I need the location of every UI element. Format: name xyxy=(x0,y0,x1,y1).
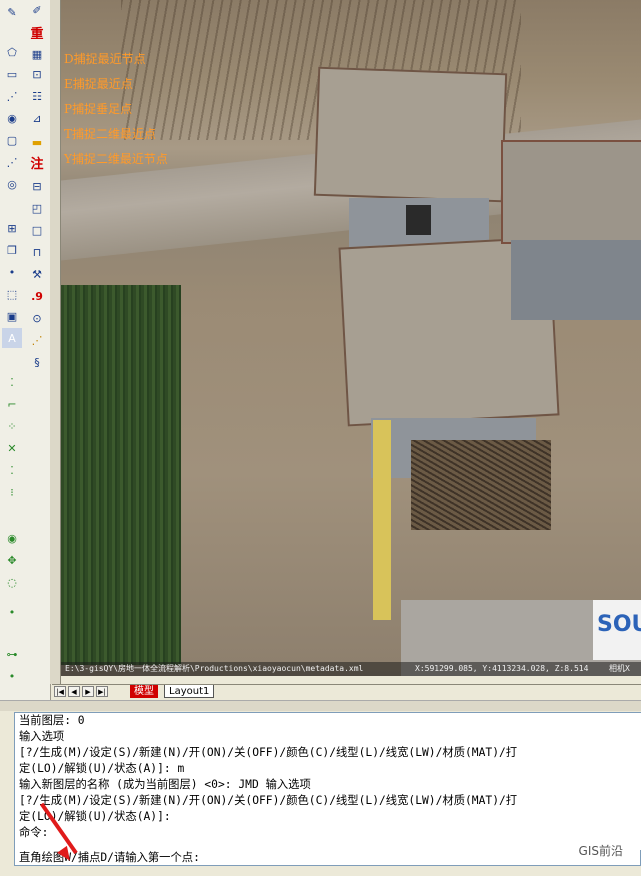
building-roof-3 xyxy=(501,140,641,244)
grid-icon[interactable]: ⊞ xyxy=(2,218,22,238)
car-icon[interactable]: ⊶ xyxy=(2,644,22,664)
window xyxy=(406,205,431,235)
circle-icon[interactable]: ◉ xyxy=(2,108,22,128)
command-history: 当前图层: 0 输入选项 [?/生成(M)/设定(S)/新建(N)/开(ON)/… xyxy=(14,712,641,852)
wood-pile xyxy=(411,440,551,530)
image-icon[interactable]: ⊡ xyxy=(27,64,47,84)
snap-dots-icon-3[interactable]: ⁚ xyxy=(2,460,22,480)
command-line: [?/生成(M)/设定(S)/新建(N)/开(ON)/关(OFF)/颜色(C)/… xyxy=(19,794,518,807)
dots-icon[interactable]: ⋰ xyxy=(2,86,22,106)
command-input[interactable]: 直角绘图W/捕点D/请输入第一个点: xyxy=(14,850,641,866)
select-icon[interactable]: ⬚ xyxy=(2,284,22,304)
snap-center-icon[interactable]: ◉ xyxy=(2,528,22,548)
snap-dot-icon[interactable]: • xyxy=(2,602,22,622)
snap-dot-icon-2[interactable]: • xyxy=(2,666,22,686)
dot-icon[interactable]: • xyxy=(2,262,22,282)
box-icon[interactable]: □ xyxy=(27,220,47,240)
photo-status-bar: E:\3-gisQY\房地一体全流程解析\Productions\xiaoyao… xyxy=(61,662,641,676)
building-wall-3 xyxy=(511,240,641,320)
company-logo: SOUT xyxy=(593,600,641,660)
link-icon[interactable]: § xyxy=(27,352,47,372)
table-icon[interactable]: ☷ xyxy=(27,86,47,106)
building-roof-1 xyxy=(313,66,508,203)
eye-icon[interactable]: ◎ xyxy=(2,174,22,194)
annotate-button[interactable]: 注 xyxy=(27,152,47,172)
snap-dots-icon[interactable]: ⁚ xyxy=(2,372,22,392)
elevation-button[interactable]: .9 xyxy=(27,286,47,306)
snap-x-icon[interactable]: ✕ xyxy=(2,438,22,458)
snap-label-perpendicular: P捕捉垂足点 xyxy=(64,102,133,116)
drawing-canvas[interactable]: D捕捉最近节点 E捕捉最近点 P捕捉垂足点 T捕捉二维最近点 Y捕捉二维最近节点… xyxy=(61,0,641,676)
vertical-scrollbar[interactable] xyxy=(50,0,61,684)
crop-field xyxy=(61,285,181,665)
watermark: GIS前沿 xyxy=(578,844,623,858)
first-tab-button[interactable]: |◀ xyxy=(54,686,66,697)
tool-icon[interactable]: ⚒ xyxy=(27,264,47,284)
ruler-icon[interactable]: ⊿ xyxy=(27,108,47,128)
rounded-rect-icon[interactable]: ▢ xyxy=(2,130,22,150)
cross-dots-icon[interactable]: ⋰ xyxy=(27,330,47,350)
draw-toolbar: ✎ ⬠ ▭ ⋰ ◉ ▢ ⋰ ◎ ⊞ ❐ • ⬚ ▣ A ⁚ ⌐ ⁘ ✕ ⁚ ⁝ … xyxy=(0,0,25,700)
command-line: [?/生成(M)/设定(S)/新建(N)/开(ON)/关(OFF)/颜色(C)/… xyxy=(19,746,518,759)
snap-label-2d-nearest-point: T捕捉二维最近点 xyxy=(64,127,157,141)
camera-label: 相机X xyxy=(609,664,630,673)
snap-label-nearest-point: E捕捉最近点 xyxy=(64,77,133,91)
redo-button[interactable]: 重 xyxy=(27,22,47,42)
layout-tab-bar: |◀ ◀ ▶ ▶| 模型 Layout1 xyxy=(52,684,641,699)
command-line: 输入选项 xyxy=(19,730,65,743)
command-line: 当前图层: 0 xyxy=(19,714,85,727)
command-line: 定(LO)/解锁(U)/状态(A)]: xyxy=(19,810,171,823)
horizontal-scrollbar[interactable] xyxy=(0,700,641,711)
snap-label-nearest-node: D捕捉最近节点 xyxy=(64,52,146,66)
rectangle-icon[interactable]: ▭ xyxy=(2,64,22,84)
grid-small-icon[interactable]: ▦ xyxy=(27,44,47,64)
text-a-icon[interactable]: A xyxy=(2,328,22,348)
annotation-toolbar: ✐ 重 ▦ ⊡ ☷ ⊿ ▬ 注 ⊟ ◰ □ ⊓ ⚒ .9 ⊙ ⋰ § xyxy=(24,0,51,700)
edit-icon[interactable]: ✎ xyxy=(2,2,22,22)
layers-icon[interactable]: ❐ xyxy=(2,240,22,260)
wall-icon[interactable]: ⊓ xyxy=(27,242,47,262)
line-icon[interactable]: ▬ xyxy=(27,132,47,152)
corner-box-icon[interactable]: ◰ xyxy=(27,198,47,218)
tab-model[interactable]: 模型 xyxy=(130,685,158,698)
scale-icon[interactable]: ⊟ xyxy=(27,176,47,196)
metadata-path: E:\3-gisQY\房地一体全流程解析\Productions\xiaoyao… xyxy=(65,664,364,673)
command-line: 输入新图层的名称 (成为当前图层) <0>: JMD 输入选项 xyxy=(19,778,311,791)
command-line: 定(LO)/解锁(U)/状态(A)]: m xyxy=(19,762,185,775)
snap-dots-icon-4[interactable]: ⁝ xyxy=(2,482,22,502)
corner-icon[interactable]: ⌐ xyxy=(2,394,22,414)
dots-icon-2[interactable]: ⋰ xyxy=(2,152,22,172)
snap-node-icon[interactable]: ✥ xyxy=(2,550,22,570)
last-tab-button[interactable]: ▶| xyxy=(96,686,108,697)
polygon-icon[interactable]: ⬠ xyxy=(2,42,22,62)
status-bar xyxy=(0,866,641,876)
snap-label-2d-nearest-node: Y捕捉二维最近节点 xyxy=(64,152,168,166)
snap-dots-icon-2[interactable]: ⁘ xyxy=(2,416,22,436)
brush-icon[interactable]: ✐ xyxy=(27,0,47,20)
yellow-wall-strip xyxy=(373,420,391,620)
next-tab-button[interactable]: ▶ xyxy=(82,686,94,697)
frame-icon[interactable]: ▣ xyxy=(2,306,22,326)
tab-layout1[interactable]: Layout1 xyxy=(164,685,215,698)
point-icon[interactable]: ⊙ xyxy=(27,308,47,328)
command-line: 命令: xyxy=(19,826,49,839)
snap-tangent-icon[interactable]: ◌ xyxy=(2,572,22,592)
coordinate-readout: X:591299.085, Y:4113234.028, Z:8.514 xyxy=(415,664,589,673)
prev-tab-button[interactable]: ◀ xyxy=(68,686,80,697)
